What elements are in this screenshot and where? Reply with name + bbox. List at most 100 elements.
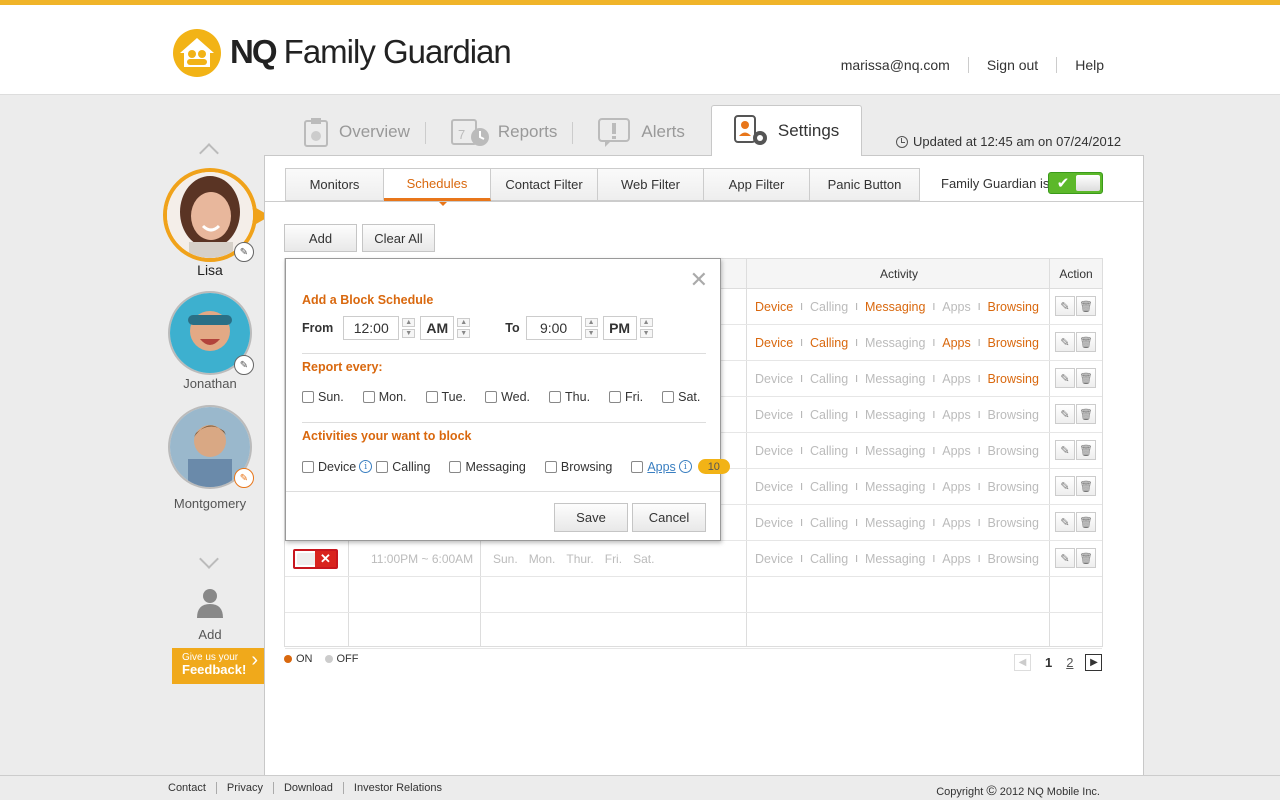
activity-device-checkbox[interactable]: Devicei — [302, 460, 372, 474]
chevron-up-icon[interactable]: ▲ — [457, 318, 470, 327]
edit-pencil-icon[interactable]: ✎ — [234, 355, 254, 375]
tab-label: Settings — [778, 121, 839, 141]
family-guardian-toggle[interactable]: ✔ — [1048, 172, 1103, 194]
day-checkbox-tue[interactable]: Tue. — [426, 390, 467, 404]
chevron-up-icon[interactable]: ▲ — [402, 318, 415, 327]
chevron-down-icon[interactable]: ▼ — [402, 329, 415, 338]
help-link[interactable]: Help — [1056, 57, 1104, 73]
edit-pencil-icon[interactable]: ✎ — [1055, 332, 1075, 352]
edit-pencil-icon[interactable]: ✎ — [1055, 512, 1075, 532]
scroll-up-chevron-icon[interactable] — [199, 143, 219, 163]
clock-icon — [896, 136, 908, 148]
trash-icon[interactable]: 🗑 — [1076, 368, 1096, 388]
edit-pencil-icon[interactable]: ✎ — [1055, 368, 1075, 388]
activity-apps: Apps — [942, 372, 971, 386]
edit-pencil-icon[interactable]: ✎ — [234, 468, 254, 488]
footer-download-link[interactable]: Download — [273, 782, 343, 794]
footer-contact-link[interactable]: Contact — [168, 782, 216, 794]
edit-pencil-icon[interactable]: ✎ — [1055, 296, 1075, 316]
edit-pencil-icon[interactable]: ✎ — [1055, 548, 1075, 568]
subtab-panic-button[interactable]: Panic Button — [810, 168, 920, 201]
activity-browsing: Browsing — [988, 444, 1039, 458]
sub-tabs: Monitors Schedules Contact Filter Web Fi… — [285, 168, 920, 201]
feedback-button[interactable]: Give us your Feedback! › — [172, 648, 264, 684]
activity-messaging-checkbox[interactable]: Messaging — [449, 460, 525, 474]
add-schedule-button[interactable]: Add — [284, 224, 357, 252]
day-checkbox-sun[interactable]: Sun. — [302, 390, 344, 404]
sign-out-link[interactable]: Sign out — [968, 57, 1056, 73]
trash-icon[interactable]: 🗑 — [1076, 512, 1096, 532]
to-ampm-stepper[interactable]: ▲▼ — [637, 316, 656, 340]
add-child-label: Add — [160, 627, 260, 642]
trash-icon[interactable]: 🗑 — [1076, 548, 1096, 568]
report-label: Report every: — [302, 360, 383, 374]
activity-apps-checkbox[interactable]: Appsi10 — [631, 459, 730, 474]
activity-browsing-checkbox[interactable]: Browsing — [545, 460, 612, 474]
edit-pencil-icon[interactable]: ✎ — [1055, 440, 1075, 460]
activity-messaging: Messaging — [865, 516, 925, 530]
page-1[interactable]: 1 — [1045, 655, 1052, 670]
subtab-contact-filter[interactable]: Contact Filter — [491, 168, 598, 201]
prev-page-icon[interactable]: ◀ — [1014, 654, 1031, 671]
from-time-stepper[interactable]: ▲▼ — [399, 316, 418, 340]
subtab-app-filter[interactable]: App Filter — [704, 168, 810, 201]
day-checkbox-fri[interactable]: Fri. — [609, 390, 643, 404]
to-time-field[interactable]: 9:00 — [526, 316, 582, 340]
trash-icon[interactable]: 🗑 — [1076, 296, 1096, 316]
page-2[interactable]: 2 — [1066, 655, 1073, 670]
clear-all-button[interactable]: Clear All — [362, 224, 435, 252]
person-add-icon — [196, 588, 224, 618]
footer-investor-relations-link[interactable]: Investor Relations — [343, 782, 452, 794]
day-checkbox-wed[interactable]: Wed. — [485, 390, 530, 404]
footer-links: Contact Privacy Download Investor Relati… — [168, 782, 452, 794]
day-checkbox-sat[interactable]: Sat. — [662, 390, 700, 404]
edit-pencil-icon[interactable]: ✎ — [1055, 404, 1075, 424]
tab-overview[interactable]: Overview — [285, 108, 426, 156]
day-checkbox-thu[interactable]: Thu. — [549, 390, 590, 404]
activity-calling: Calling — [810, 336, 848, 350]
next-page-icon[interactable]: ▶ — [1085, 654, 1102, 671]
trash-icon[interactable]: 🗑 — [1076, 440, 1096, 460]
to-time-stepper[interactable]: ▲▼ — [582, 316, 601, 340]
schedule-time: 11:00PM ~ 6:00AM — [371, 541, 473, 577]
from-ampm-field[interactable]: AM — [420, 316, 454, 340]
day-checkbox-mon[interactable]: Mon. — [363, 390, 407, 404]
trash-icon[interactable]: 🗑 — [1076, 476, 1096, 496]
chevron-down-icon[interactable]: ▼ — [457, 329, 470, 338]
edit-pencil-icon[interactable]: ✎ — [1055, 476, 1075, 496]
activity-calling-checkbox[interactable]: Calling — [376, 460, 430, 474]
trash-icon[interactable]: 🗑 — [1076, 404, 1096, 424]
chevron-up-icon[interactable]: ▲ — [640, 318, 653, 327]
row-activities: DeviceICallingIMessagingIAppsIBrowsing — [755, 397, 1039, 433]
tab-alerts[interactable]: Alerts — [573, 108, 700, 156]
subtab-monitors[interactable]: Monitors — [285, 168, 384, 201]
chevron-down-icon[interactable]: ▼ — [640, 329, 653, 338]
subtab-schedules[interactable]: Schedules — [384, 168, 491, 201]
info-icon[interactable]: i — [679, 460, 692, 473]
from-ampm-stepper[interactable]: ▲▼ — [454, 316, 473, 340]
apps-link[interactable]: Apps — [647, 460, 676, 474]
info-icon[interactable]: i — [359, 460, 372, 473]
cancel-button[interactable]: Cancel — [632, 503, 706, 532]
close-icon[interactable]: ✕ — [690, 267, 708, 293]
status-legend: ON OFF — [284, 653, 359, 665]
activity-browsing: Browsing — [988, 336, 1039, 350]
schedule-toggle-off[interactable]: ✕ — [293, 549, 338, 569]
tab-settings[interactable]: Settings — [711, 105, 862, 156]
edit-pencil-icon[interactable]: ✎ — [234, 242, 254, 262]
trash-icon[interactable]: 🗑 — [1076, 332, 1096, 352]
subtab-web-filter[interactable]: Web Filter — [598, 168, 704, 201]
child-name: Montgomery — [160, 496, 260, 511]
header-action: Action — [1050, 259, 1102, 289]
save-button[interactable]: Save — [554, 503, 628, 532]
activity-device: Device — [755, 480, 793, 494]
from-time-field[interactable]: 12:00 — [343, 316, 399, 340]
tab-reports[interactable]: 7 Reports — [426, 108, 574, 156]
chevron-up-icon[interactable]: ▲ — [585, 318, 598, 327]
logo[interactable]: NQ Family Guardian — [170, 27, 511, 77]
scroll-down-chevron-icon[interactable] — [199, 549, 219, 569]
chevron-down-icon[interactable]: ▼ — [585, 329, 598, 338]
to-ampm-field[interactable]: PM — [603, 316, 637, 340]
footer-privacy-link[interactable]: Privacy — [216, 782, 273, 794]
row-activities: DeviceICallingIMessagingIAppsIBrowsing — [755, 289, 1039, 325]
